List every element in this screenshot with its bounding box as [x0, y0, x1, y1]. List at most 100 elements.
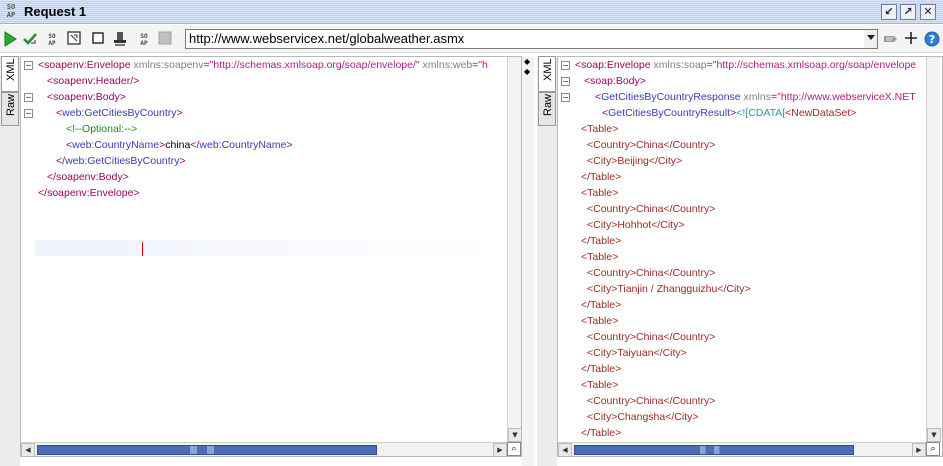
code-token: >	[119, 91, 126, 103]
detach-icon[interactable]: ↙	[881, 4, 897, 20]
code-line: <!--Optional:-->	[66, 121, 137, 137]
code-line: <soap:Body>	[584, 73, 646, 89]
tab-request-xml-label: XML	[5, 58, 17, 81]
code-token: <Country>China</Country>	[587, 395, 716, 407]
tab-response-raw-label: Raw	[542, 93, 554, 116]
response-hscroll-thumb[interactable]	[574, 445, 854, 455]
soap-version-icon[interactable]: SO AP	[136, 33, 152, 49]
panel-splitter[interactable]: ◆ ◆	[522, 56, 534, 466]
stamp-icon	[114, 32, 126, 46]
play-icon	[4, 31, 17, 47]
code-token: china	[165, 139, 191, 151]
window-title: Request 1	[24, 4, 87, 19]
code-line: <soapenv:Envelope xmlns:soapenv="http://…	[38, 57, 488, 73]
request-horizontal-scrollbar[interactable]: ◀ ▶	[21, 442, 507, 456]
code-token: xmlns:soap	[650, 59, 707, 71]
code-token: web:GetCitiesByCountry	[62, 107, 177, 119]
code-token: <Country>China</Country>	[587, 267, 716, 279]
code-token: web:CountryName	[199, 139, 287, 151]
code-token: web:CountryName	[72, 139, 160, 151]
help-button[interactable]: ?	[924, 31, 940, 47]
code-line: <City>Changsha</City>	[587, 409, 698, 425]
tab-response-raw[interactable]: Raw	[538, 92, 556, 126]
stamp-button[interactable]	[112, 31, 128, 47]
code-line: <Country>China</Country>	[587, 393, 715, 409]
code-line: <web:CountryName>china</web:CountryName>	[66, 137, 293, 153]
add-endpoint-button[interactable]	[903, 31, 919, 47]
scroll-right-icon[interactable]: ▶	[912, 443, 926, 456]
code-token: </	[56, 155, 66, 167]
tab-response-xml-label: XML	[542, 58, 554, 81]
plus-icon	[905, 32, 917, 44]
code-token: xmlns	[740, 91, 771, 103]
code-token: <Table>	[581, 315, 619, 327]
endpoint-url-input[interactable]: http://www.webservicex.net/globalweather…	[185, 29, 865, 49]
scroll-right-icon[interactable]: ▶	[493, 443, 507, 456]
code-token: soap:Body	[590, 75, 640, 87]
endpoint-edit-button[interactable]	[883, 31, 899, 47]
code-line: </soapenv:Body>	[47, 169, 129, 185]
code-token: <Country>China</Country>	[587, 331, 716, 343]
code-line: <GetCitiesByCountryResult><![CDATA[<NewD…	[602, 105, 856, 121]
code-line: <soapenv:Body>	[47, 89, 126, 105]
request-hscroll-thumb[interactable]	[37, 445, 377, 455]
collapse-left-icon[interactable]: ◆	[524, 58, 530, 66]
code-token: >	[286, 139, 293, 151]
close-icon[interactable]: ✕	[920, 4, 936, 20]
code-token: <City>Tianjin / Zhangguizhu</City>	[587, 283, 751, 295]
tab-request-raw-label: Raw	[5, 93, 17, 116]
response-xml-editor[interactable]: − − − <soap:Envelope xmlns:soap="http://sc…	[557, 56, 943, 457]
pencil-icon	[884, 36, 897, 42]
request-xml-editor[interactable]: − − − <soapenv:Envelope xmlns:soapenv="htt…	[20, 56, 522, 457]
stop-button[interactable]	[157, 31, 173, 47]
code-token: <Country>China</Country>	[587, 139, 716, 151]
code-token: "http://www.webserviceX.NET	[777, 91, 916, 103]
code-token: </Table>	[581, 235, 622, 247]
response-horizontal-scrollbar[interactable]: ◀ ▶	[558, 442, 926, 456]
code-token: <City>Taiyuan</City>	[587, 347, 687, 359]
code-token: >	[122, 171, 129, 183]
scroll-left-icon[interactable]: ◀	[21, 443, 35, 456]
scroll-down-icon[interactable]: ▼	[927, 428, 941, 442]
chevron-down-icon	[866, 35, 875, 40]
scroll-down-icon[interactable]: ▼	[508, 428, 521, 442]
code-line: <Table>	[581, 377, 618, 393]
run-button[interactable]	[2, 31, 18, 47]
code-token: "http://schemas.xmlsoap.org/soap/envelop…	[209, 59, 420, 71]
endpoint-dropdown-button[interactable]	[864, 29, 878, 49]
code-token: xmlns:soapenv	[130, 59, 204, 71]
soap-logo: SOAP	[3, 3, 19, 21]
response-vertical-scrollbar[interactable]: ▼	[926, 57, 941, 442]
request-vertical-scrollbar[interactable]: ▼	[507, 57, 521, 442]
tab-request-xml[interactable]: XML	[1, 56, 19, 92]
code-token: <Table>	[581, 187, 619, 199]
code-line: <Table>	[581, 249, 618, 265]
fullscreen-button[interactable]	[66, 31, 82, 47]
code-token: web:GetCitiesByCountry	[65, 155, 180, 167]
svg-text:?: ?	[929, 33, 935, 46]
collapse-right-icon[interactable]: ◆	[524, 68, 530, 76]
text-caret	[142, 242, 143, 256]
maximize-icon[interactable]: ↗	[900, 4, 916, 20]
code-line: </Table>	[581, 233, 621, 249]
code-token: </Table>	[581, 427, 622, 439]
code-token: >	[179, 155, 186, 167]
response-zoom-icon[interactable]: ⌕	[926, 442, 940, 456]
soap-settings-icon[interactable]: SO AP	[44, 33, 60, 49]
tab-response-xml[interactable]: XML	[538, 56, 556, 92]
square-icon	[92, 32, 104, 44]
expand-icon	[67, 31, 81, 45]
code-token: <!--Optional:-->	[66, 123, 138, 135]
code-line: <soap:Envelope xmlns:soap="http://schema…	[575, 57, 916, 73]
code-line: <web:GetCitiesByCountry>	[56, 105, 183, 121]
code-token: </Table>	[581, 363, 622, 375]
add-assertion-button[interactable]	[22, 31, 38, 47]
request-lines: <soapenv:Envelope xmlns:soapenv="http://…	[21, 57, 521, 456]
tab-request-raw[interactable]: Raw	[1, 92, 19, 126]
request-zoom-icon[interactable]: ⌕	[507, 442, 521, 456]
code-line: <soapenv:Header/>	[47, 73, 139, 89]
toggle-panel-button[interactable]	[90, 31, 106, 47]
scroll-left-icon[interactable]: ◀	[558, 443, 572, 456]
code-line: <City>Tianjin / Zhangguizhu</City>	[587, 281, 751, 297]
request-side-tabs: XML Raw	[0, 56, 20, 466]
